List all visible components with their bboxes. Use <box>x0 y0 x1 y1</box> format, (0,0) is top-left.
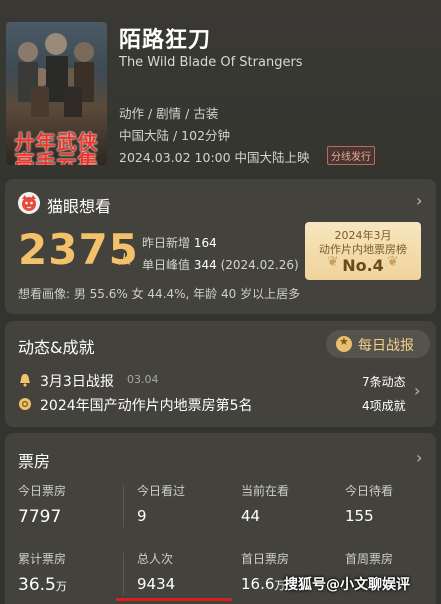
box-cell-label: 总人次 <box>137 552 174 566</box>
news-count[interactable]: 7条动态 <box>362 373 406 390</box>
bell-icon <box>20 374 30 387</box>
daily-peak-label: 单日峰值 <box>142 258 191 272</box>
chevron-right-icon[interactable]: › <box>414 381 420 400</box>
highlight-underline <box>116 598 232 601</box>
daily-peak-value: 344 <box>193 258 217 272</box>
news-item-report-date: 03.04 <box>127 373 159 386</box>
box-cell-value: 9434 <box>137 575 176 593</box>
movie-title: 陌路狂刀 <box>119 28 212 53</box>
achievement-count[interactable]: 4项成就 <box>362 397 406 414</box>
box-cell-value: 36.5万 <box>18 575 67 595</box>
box-cell-label: 今日待看 <box>345 484 394 498</box>
movie-english-title: The Wild Blade Of Strangers <box>119 55 303 70</box>
movie-poster[interactable]: 廾年武侠 高手云集 <box>6 22 107 165</box>
box-cell-value: 155 <box>345 507 374 525</box>
poster-tagline-2: 高手云集 <box>14 150 99 165</box>
daily-peak: 单日峰值 344 (2024.02.26) <box>142 256 299 273</box>
box-cell-label: 当前在看 <box>241 484 290 498</box>
daily-report-button[interactable]: 每日战报 <box>326 330 430 358</box>
box-cell-label: 首周票房 <box>345 552 394 566</box>
box-cell-label: 累计票房 <box>18 552 67 566</box>
watermark: 搜狐号@小文聊娱评 <box>284 577 410 593</box>
cat-logo-icon <box>18 192 40 214</box>
want-count-unit: 人 <box>118 253 132 268</box>
news-achievements-card: 动态&成就 每日战报 3月3日战报 03.04 2024年国产动作片内地票房第5… <box>5 321 436 427</box>
box-cell-value: 16.6万 <box>241 575 286 593</box>
yesterday-new: 昨日新增 164 <box>142 234 217 251</box>
daily-peak-date: (2024.02.26) <box>220 258 299 272</box>
want-to-watch-card[interactable]: 猫眼想看 › 2375 人 昨日新增 164 单日峰值 344 (2024.02… <box>5 179 436 314</box>
want-title: 猫眼想看 <box>47 197 112 216</box>
box-cell-label: 首日票房 <box>241 552 290 566</box>
box-cell-value: 9 <box>137 507 147 525</box>
chevron-right-icon[interactable]: › <box>416 191 422 210</box>
box-cell-value: 44 <box>241 507 261 525</box>
yesterday-new-label: 昨日新增 <box>142 236 191 250</box>
box-office-title: 票房 <box>18 452 51 471</box>
laurel-right-icon: ❦ <box>387 254 399 270</box>
chevron-right-icon[interactable]: › <box>416 448 422 467</box>
ranking-category: 动作片内地票房榜 <box>319 243 407 256</box>
news-item-report-text: 3月3日战报 <box>40 374 114 390</box>
movie-release-info: 2024.03.02 10:00 中国大陆上映 <box>119 150 310 165</box>
movie-region-runtime: 中国大陆 / 102分钟 <box>119 128 231 143</box>
release-badge: 分线发行 <box>327 146 375 165</box>
news-item-achievement-text: 2024年国产动作片内地票房第5名 <box>40 398 253 414</box>
ranking-position: No.4 <box>342 256 384 275</box>
daily-report-label: 每日战报 <box>358 338 414 354</box>
trophy-icon <box>19 398 31 410</box>
medal-icon <box>336 335 352 352</box>
divider <box>123 485 124 527</box>
ranking-badge[interactable]: 2024年3月 动作片内地票房榜 ❦ No.4 ❦ <box>305 222 421 280</box>
news-title: 动态&成就 <box>18 338 95 357</box>
audience-portrait: 想看画像: 男 55.6% 女 44.4%, 年龄 40 岁以上居多 <box>18 287 301 301</box>
divider <box>123 553 124 595</box>
movie-genres: 动作 / 剧情 / 古装 <box>119 106 219 121</box>
box-cell-value: 7797 <box>18 507 62 527</box>
movie-header: 廾年武侠 高手云集 陌路狂刀 The Wild Blade Of Strange… <box>0 0 441 172</box>
yesterday-new-value: 164 <box>193 236 217 250</box>
box-cell-label: 今日看过 <box>137 484 186 498</box>
box-cell-label: 今日票房 <box>18 484 67 498</box>
